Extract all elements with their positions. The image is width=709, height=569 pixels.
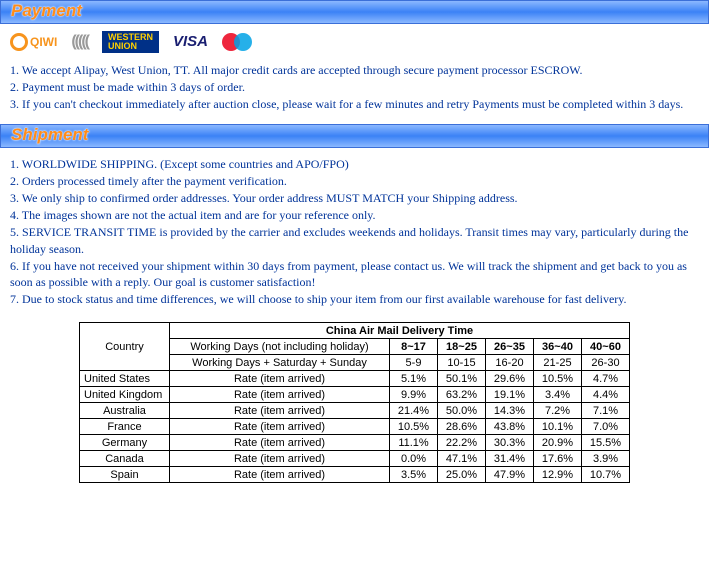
delivery-table: Country China Air Mail Delivery Time Wor… [79, 322, 630, 483]
shipment-note-2: 2. Orders processed timely after the pay… [10, 173, 699, 189]
qiwi-icon [10, 33, 28, 51]
rate-label: Rate (item arrived) [170, 451, 390, 467]
table-row: United Kingdom Rate (item arrived) 9.9% … [80, 387, 630, 403]
working-days-plus-label: Working Days + Saturday + Sunday [170, 355, 390, 371]
shipment-note-5: 5. SERVICE TRANSIT TIME is provided by t… [10, 224, 699, 256]
rate-label: Rate (item arrived) [170, 419, 390, 435]
shipment-note-3: 3. We only ship to confirmed order addre… [10, 190, 699, 206]
moneybookers-logo: ((((( [71, 31, 88, 53]
country-header: Country [80, 323, 170, 371]
rate-label: Rate (item arrived) [170, 467, 390, 483]
shipment-header: Shipment [0, 124, 709, 148]
table-row: Country China Air Mail Delivery Time [80, 323, 630, 339]
payment-header: Payment [0, 0, 709, 24]
visa-logo: VISA [173, 31, 208, 53]
payment-notes: 1. We accept Alipay, West Union, TT. All… [0, 54, 709, 124]
table-row: Australia Rate (item arrived) 21.4% 50.0… [80, 403, 630, 419]
mastercard-logo [222, 33, 252, 51]
shipment-note-4: 4. The images shown are not the actual i… [10, 207, 699, 223]
shipment-note-6: 6. If you have not received your shipmen… [10, 258, 699, 290]
table-row: France Rate (item arrived) 10.5% 28.6% 4… [80, 419, 630, 435]
shipment-note-7: 7. Due to stock status and time differen… [10, 291, 699, 307]
payment-title: Payment [11, 1, 82, 20]
table-row: Spain Rate (item arrived) 3.5% 25.0% 47.… [80, 467, 630, 483]
payment-logos-row: QIWI ((((( WESTERNUNION VISA [0, 24, 709, 54]
western-union-logo: WESTERNUNION [102, 31, 159, 53]
table-row: Germany Rate (item arrived) 11.1% 22.2% … [80, 435, 630, 451]
rate-label: Rate (item arrived) [170, 403, 390, 419]
table-row: Canada Rate (item arrived) 0.0% 47.1% 31… [80, 451, 630, 467]
shipment-note-1: 1. WORLDWIDE SHIPPING. (Except some coun… [10, 156, 699, 172]
country-cell: United States [80, 371, 170, 387]
table-row: United States Rate (item arrived) 5.1% 5… [80, 371, 630, 387]
qiwi-logo: QIWI [10, 31, 57, 53]
payment-note-3: 3. If you can't checkout immediately aft… [10, 96, 699, 112]
rate-label: Rate (item arrived) [170, 387, 390, 403]
shipment-title: Shipment [11, 125, 88, 144]
payment-note-2: 2. Payment must be made within 3 days of… [10, 79, 699, 95]
payment-note-1: 1. We accept Alipay, West Union, TT. All… [10, 62, 699, 78]
country-cell: United Kingdom [80, 387, 170, 403]
rate-label: Rate (item arrived) [170, 435, 390, 451]
country-cell: Spain [80, 467, 170, 483]
country-cell: Germany [80, 435, 170, 451]
table-title: China Air Mail Delivery Time [170, 323, 630, 339]
country-cell: Canada [80, 451, 170, 467]
shipment-notes: 1. WORLDWIDE SHIPPING. (Except some coun… [0, 148, 709, 319]
country-cell: France [80, 419, 170, 435]
rate-label: Rate (item arrived) [170, 371, 390, 387]
working-days-label: Working Days (not including holiday) [170, 339, 390, 355]
country-cell: Australia [80, 403, 170, 419]
